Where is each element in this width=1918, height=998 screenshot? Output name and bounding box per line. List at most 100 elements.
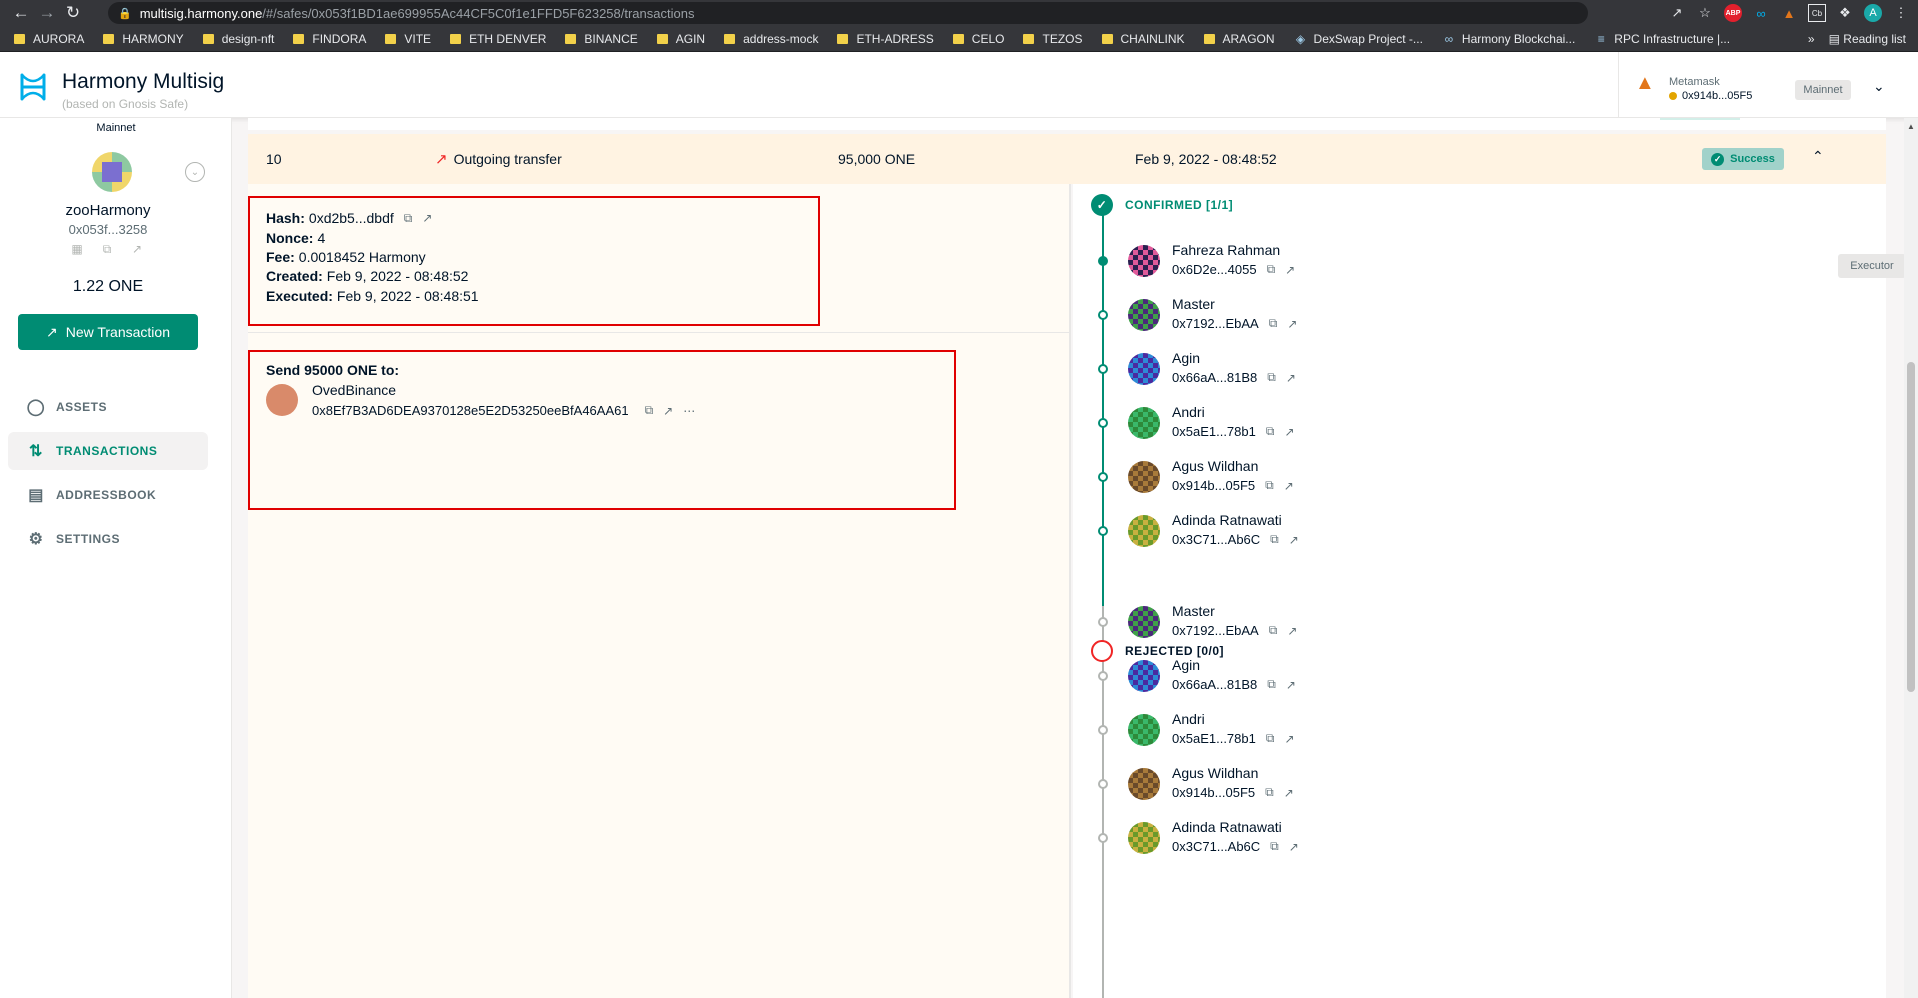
timeline-line-confirmed <box>1102 206 1104 606</box>
external-link-icon[interactable]: ↗ <box>1284 786 1294 800</box>
external-link-icon[interactable]: ↗ <box>1289 533 1299 547</box>
executed-line: Executed: Feb 9, 2022 - 08:48:51 <box>266 288 479 304</box>
copy-icon[interactable]: ⧉ <box>1267 677 1276 692</box>
bookmark-label: CHAINLINK <box>1120 31 1185 46</box>
bookmark-item[interactable]: ≡ RPC Infrastructure |... <box>1594 32 1730 46</box>
copy-icon[interactable]: ⧉ <box>1270 532 1279 547</box>
new-transaction-button[interactable]: ↗ New Transaction <box>18 314 198 350</box>
chevron-down-icon[interactable]: ⌄ <box>1873 78 1885 95</box>
menu-kebab-icon[interactable]: ⋮ <box>1892 4 1910 22</box>
bookmark-item[interactable]: design-nft <box>202 32 274 46</box>
share-icon[interactable]: ↗ <box>1668 4 1686 22</box>
bookmark-item[interactable]: CHAINLINK <box>1101 31 1185 46</box>
reload-icon[interactable]: ↻ <box>60 0 86 26</box>
copy-icon[interactable]: ⧉ <box>1269 316 1278 331</box>
back-arrow-icon[interactable]: ← <box>8 0 34 26</box>
owner-name: Andri <box>1172 404 1205 420</box>
owner-name: Adinda Ratnawati <box>1172 512 1282 528</box>
nav-addressbook[interactable]: ▤ ADDRESSBOOK <box>8 476 208 514</box>
copy-icon[interactable]: ⧉ <box>1265 785 1274 800</box>
solana-icon: ≡ <box>1597 31 1605 46</box>
copy-icon[interactable]: ⧉ <box>1265 478 1274 493</box>
copy-icon[interactable]: ⧉ <box>1270 839 1279 854</box>
timeline-dot <box>1098 526 1108 536</box>
bookmark-item[interactable]: ETH-ADRESS <box>837 32 934 46</box>
bookmark-label: DexSwap Project -... <box>1313 31 1423 46</box>
copy-icon[interactable]: ⧉ <box>100 242 114 256</box>
bookmark-item[interactable]: TEZOS <box>1023 32 1083 46</box>
bookmark-item[interactable]: ∞ Harmony Blockchai... <box>1442 31 1576 46</box>
chevron-up-icon[interactable]: ⌃ <box>1812 148 1824 165</box>
cb-extension-icon[interactable]: Cb <box>1808 4 1826 22</box>
copy-icon[interactable]: ⧉ <box>645 403 654 418</box>
bookmark-item[interactable]: HARMONY <box>103 32 184 46</box>
bookmark-item[interactable]: VITE <box>385 32 431 46</box>
copy-icon[interactable]: ⧉ <box>1267 262 1276 277</box>
bookmarks-more-icon[interactable]: » <box>1808 32 1815 46</box>
outgoing-arrow-icon: ↗ <box>435 151 448 168</box>
url-path: /#/safes/0x053f1BD1ae699955Ac44CF5C0f1e1… <box>262 5 695 21</box>
reading-list-button[interactable]: ▤ Reading list <box>1829 32 1906 46</box>
external-link-icon[interactable]: ↗ <box>1285 263 1295 277</box>
external-link-icon[interactable]: ↗ <box>130 242 144 256</box>
bookmark-item[interactable]: address-mock <box>724 32 818 46</box>
bookmark-item[interactable]: BINANCE <box>565 32 638 46</box>
forward-arrow-icon[interactable]: → <box>34 0 60 26</box>
external-link-icon[interactable]: ↗ <box>1284 732 1294 746</box>
more-dots-icon[interactable]: ⋯ <box>683 404 695 418</box>
check-circle-icon: ✓ <box>1091 194 1113 216</box>
external-link-icon[interactable]: ↗ <box>1284 479 1294 493</box>
provider-panel[interactable]: ▲ Metamask 0x914b...05F5 Mainnet ⌄ <box>1618 52 1918 118</box>
owner-avatar <box>1128 822 1160 854</box>
scrollbar-thumb[interactable] <box>1907 362 1915 692</box>
page-scrollbar[interactable]: ▲ <box>1904 118 1918 998</box>
bookmark-label: Harmony Blockchai... <box>1461 31 1576 46</box>
chevron-down-icon[interactable]: ⌄ <box>185 162 205 182</box>
adblock-icon[interactable]: ABP <box>1724 4 1742 22</box>
bookmark-label: address-mock <box>743 31 819 46</box>
owner-address: 0x66aA...81B8 <box>1172 677 1258 692</box>
copy-icon[interactable]: ⧉ <box>1266 731 1275 746</box>
bookmark-item[interactable]: AGIN <box>656 32 705 46</box>
qr-code-icon[interactable]: ▦ <box>70 242 84 256</box>
bookmark-item[interactable]: CELO <box>952 31 1005 46</box>
tx-type: ↗ Outgoing transfer <box>435 150 562 168</box>
folder-icon <box>385 33 397 44</box>
copy-icon[interactable]: ⧉ <box>1269 623 1278 638</box>
nav-settings[interactable]: ⚙ SETTINGS <box>8 520 208 558</box>
transaction-row[interactable]: 10 ↗ Outgoing transfer 95,000 ONE Feb 9, … <box>248 134 1886 184</box>
owner-address-line: 0x7192...EbAA ⧉ ↗ <box>1172 623 1297 638</box>
nonce-label: Nonce: <box>266 230 314 246</box>
provider-name: Metamask <box>1669 76 1720 88</box>
external-link-icon[interactable]: ↗ <box>422 211 432 225</box>
bookmark-item[interactable]: FINDORA <box>293 32 366 46</box>
external-link-icon[interactable]: ↗ <box>1286 371 1296 385</box>
nav-transactions[interactable]: ⇅ TRANSACTIONS <box>8 432 208 470</box>
external-link-icon[interactable]: ↗ <box>1284 425 1294 439</box>
metamask-extension-icon[interactable]: ▲ <box>1780 4 1798 22</box>
bookmark-label: CELO <box>971 31 1005 46</box>
bookmark-item[interactable]: ARAGON <box>1203 32 1275 46</box>
bookmark-item[interactable]: ETH DENVER <box>450 32 546 46</box>
external-link-icon[interactable]: ↗ <box>663 404 673 418</box>
rejected-label: REJECTED [0/0] <box>1125 644 1225 658</box>
bookmark-item[interactable]: AURORA <box>14 32 84 46</box>
external-link-icon[interactable]: ↗ <box>1289 840 1299 854</box>
copy-icon[interactable]: ⧉ <box>1266 424 1275 439</box>
copy-icon[interactable]: ⧉ <box>1267 370 1276 385</box>
nav-assets[interactable]: ◯ ASSETS <box>8 388 208 426</box>
external-link-icon[interactable]: ↗ <box>1286 678 1296 692</box>
external-link-icon[interactable]: ↗ <box>1287 317 1297 331</box>
copy-icon[interactable]: ⧉ <box>404 211 413 226</box>
owner-address-line: 0x7192...EbAA ⧉ ↗ <box>1172 316 1297 331</box>
puzzle-icon[interactable]: ❖ <box>1836 4 1854 22</box>
star-icon[interactable]: ☆ <box>1696 4 1714 22</box>
folder-icon <box>1203 33 1215 44</box>
bookmark-item[interactable]: ◈ DexSwap Project -... <box>1294 32 1423 46</box>
harmony-extension-icon[interactable]: ∞ <box>1752 4 1770 22</box>
app-subtitle: (based on Gnosis Safe) <box>62 97 189 111</box>
address-bar[interactable]: 🔒 multisig.harmony.one /#/safes/0x053f1B… <box>108 2 1588 24</box>
scroll-up-arrow-icon[interactable]: ▲ <box>1907 122 1915 131</box>
external-link-icon[interactable]: ↗ <box>1287 624 1297 638</box>
profile-avatar-icon[interactable]: A <box>1864 4 1882 22</box>
